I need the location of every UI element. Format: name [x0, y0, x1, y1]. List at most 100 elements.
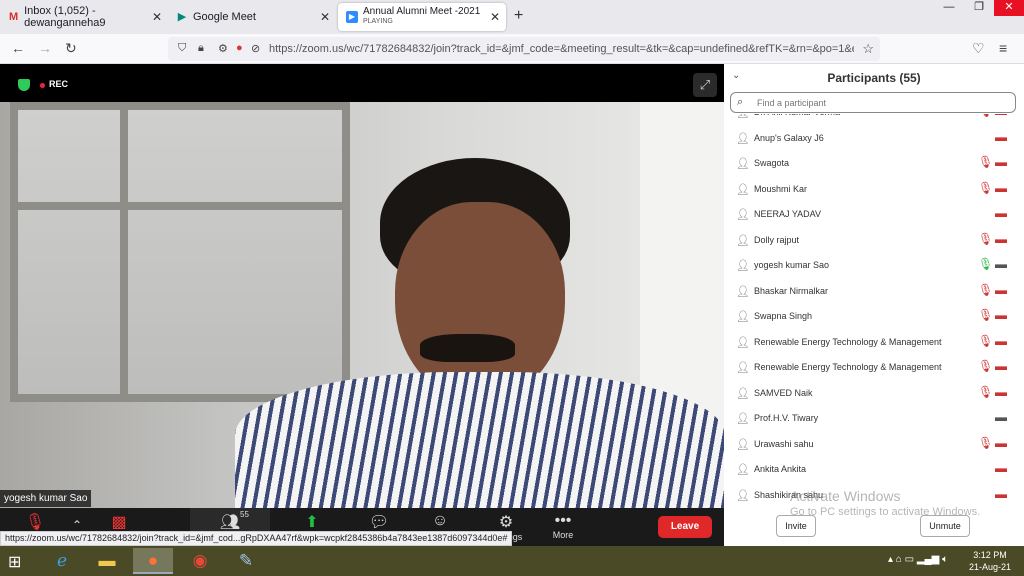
url-text[interactable]: https://zoom.us/wc/71782684832/join?trac… [269, 43, 854, 55]
participant-row[interactable]: 👤︎ Dr. Anil Kumar Verma 🎙︎▬ [724, 114, 1024, 125]
participant-row[interactable]: 👤︎ Prof.H.V. Tiwary ▬ [724, 406, 1024, 431]
lock-icon[interactable]: 🔒︎ [198, 42, 204, 55]
participant-name: Prof.H.V. Tiwary [754, 413, 819, 423]
windows-start-icon[interactable]: ⊞ [8, 552, 21, 572]
video-off-icon: ▬ [995, 435, 1007, 450]
participant-name: SAMVED Naik [754, 387, 813, 398]
shield-icon[interactable]: ⛉ [178, 42, 186, 55]
participant-name: Urawashi sahu [754, 438, 814, 449]
camera-blocked-icon[interactable]: ⊘ [251, 42, 260, 55]
taskbar-clock[interactable]: 3:12 PM 21-Aug-21 [960, 549, 1020, 573]
microphone-muted-icon: 🎙︎ [24, 514, 46, 531]
video-icon: ▬ [995, 257, 1007, 271]
bookmark-star-icon[interactable]: ☆ [862, 41, 874, 57]
share-screen-button[interactable]: ⬆ [300, 512, 324, 532]
reactions-button[interactable]: ☺ [428, 512, 452, 530]
microphone-icon[interactable]: ● [236, 42, 243, 54]
chevron-down-icon[interactable]: ⌄ [732, 70, 740, 81]
rec-label: REC [49, 79, 69, 89]
search-input[interactable] [757, 95, 1007, 110]
firefox-icon[interactable]: ● [133, 548, 173, 574]
participant-row[interactable]: 👤︎ Moushmi Kar 🎙︎ ▬ [724, 177, 1024, 202]
participant-row[interactable]: 👤︎ Bhaskar Nirmalkar 🎙︎ ▬ [724, 279, 1024, 304]
more-button[interactable]: ••• More [546, 512, 580, 540]
chrome-icon[interactable]: ◉ [180, 548, 220, 574]
background-window [10, 102, 350, 402]
clock-date: 21-Aug-21 [968, 562, 1012, 572]
avatar-icon: 👤︎ [736, 260, 750, 272]
permissions-icon[interactable]: ⚙ [218, 42, 228, 55]
participant-row[interactable]: 👤︎ yogesh kumar Sao 🎙︎ ▬ [724, 253, 1024, 278]
participant-row[interactable]: 👤︎ Swapna Singh 🎙︎ ▬ [724, 304, 1024, 329]
chat-button[interactable]: 💬︎ [366, 512, 392, 532]
gear-icon: ⚙ [498, 514, 514, 531]
address-bar[interactable]: ⛉ 🔒︎ ⚙ ● ⊘ https://zoom.us/wc/7178268483… [168, 37, 880, 61]
microphone-muted-icon: 🎙︎ [978, 114, 993, 118]
browser-tab-bar: M Inbox (1,052) - dewanganneha9 ✕ ▶ Goog… [0, 0, 1024, 34]
participant-row[interactable]: 👤︎ Swagota 🎙︎ ▬ [724, 151, 1024, 176]
close-tab-icon[interactable]: ✕ [490, 10, 500, 24]
participant-row[interactable]: 👤︎ Anup's Galaxy J6 ▬ [724, 126, 1024, 151]
invite-button[interactable]: Invite [776, 515, 816, 537]
microphone-muted-icon: 🎙︎ [978, 333, 994, 348]
reload-icon[interactable]: ↻ [65, 40, 77, 57]
participant-name: Dolly rajput [754, 234, 800, 245]
participant-name: Swapna Singh [754, 311, 813, 321]
participant-count: 55 [240, 510, 249, 519]
tab-label: Inbox (1,052) - dewanganneha9 [24, 5, 106, 29]
participant-search[interactable]: ⌕ [730, 92, 1016, 113]
forward-icon[interactable]: → [38, 40, 52, 56]
microphone-muted-icon: 🎙︎ [978, 308, 994, 322]
security-shield-icon[interactable] [18, 79, 30, 91]
system-tray-icons[interactable]: ▴ ⌂ ▭ ▂▄▆ 🔈︎ [888, 554, 948, 565]
participant-row[interactable]: 👤︎ Renewable Energy Technology & Manageme… [724, 330, 1024, 355]
participant-row[interactable]: 👤︎ Dolly rajput 🎙︎ ▬ [724, 228, 1024, 253]
video-off-icon: ▬ [995, 114, 1007, 118]
mute-button[interactable]: 🎙︎ [22, 512, 48, 532]
video-icon: ▬ [995, 410, 1007, 424]
video-off-icon: ▬ [995, 155, 1007, 169]
recording-dot-icon [40, 83, 45, 88]
participant-row[interactable]: 👤︎ Ankita Ankita ▬ [724, 457, 1024, 482]
avatar-icon: 👤︎ [736, 489, 750, 502]
meeting-top-bar: REC ⤢ [0, 64, 724, 102]
chevron-up-icon: ⌃ [71, 518, 83, 532]
leave-button[interactable]: Leave [658, 516, 712, 538]
tab-annual-alumni-meet[interactable]: ▶ Annual Alumni Meet -2021 PLAYING ✕ [338, 3, 506, 31]
back-icon[interactable]: ← [11, 40, 25, 56]
participant-name: Dr. Anil Kumar Verma [754, 114, 840, 117]
menu-icon[interactable]: ≡ [999, 40, 1007, 56]
participant-row[interactable]: 👤︎ Renewable Energy Technology & Manageme… [724, 355, 1024, 380]
paint-icon[interactable]: ✎ [226, 548, 266, 574]
clock-time: 3:12 PM [973, 550, 1007, 560]
participant-row[interactable]: 👤︎ SAMVED Naik 🎙︎ ▬ [724, 381, 1024, 406]
video-off-icon: ▬ [995, 384, 1007, 399]
tab-gmail[interactable]: M Inbox (1,052) - dewanganneha9 ✕ [0, 3, 168, 31]
minimize-icon[interactable]: — [934, 0, 964, 16]
new-tab-icon[interactable]: + [514, 7, 523, 25]
fullscreen-icon[interactable]: ⤢ [693, 73, 717, 97]
maximize-icon[interactable]: ❐ [964, 0, 994, 16]
participant-row[interactable]: 👤︎ Urawashi sahu 🎙︎ ▬ [724, 432, 1024, 457]
close-tab-icon[interactable]: ✕ [152, 10, 162, 24]
participant-row[interactable]: 👤︎ NEERAJ YADAV ▬ [724, 202, 1024, 227]
microphone-muted-icon: 🎙︎ [978, 359, 994, 373]
video-off-icon: ▬ [995, 461, 1007, 475]
video-off-icon: ▬ [995, 231, 1007, 246]
close-window-icon[interactable]: ✕ [994, 0, 1024, 16]
start-video-button[interactable]: ▩ [104, 512, 134, 532]
speaker-moustache [420, 334, 515, 362]
close-tab-icon[interactable]: ✕ [320, 10, 330, 24]
more-label: More [552, 530, 574, 540]
unmute-button[interactable]: Unmute [920, 515, 970, 537]
participant-name: Anup's Galaxy J6 [754, 132, 824, 143]
participant-name: Moushmi Kar [754, 183, 808, 194]
avatar-icon: 👤︎ [736, 285, 750, 298]
internet-explorer-icon[interactable]: ℯ [42, 548, 82, 574]
link-status-url: https://zoom.us/wc/71782684832/join?trac… [0, 531, 513, 546]
audio-options-button[interactable]: ⌃ [70, 518, 84, 532]
microphone-muted-icon: 🎙︎ [978, 180, 994, 195]
pocket-icon[interactable]: ♡ [972, 40, 985, 57]
tab-google-meet[interactable]: ▶ Google Meet ✕ [168, 3, 336, 31]
file-explorer-icon[interactable]: ▬ [87, 548, 127, 574]
